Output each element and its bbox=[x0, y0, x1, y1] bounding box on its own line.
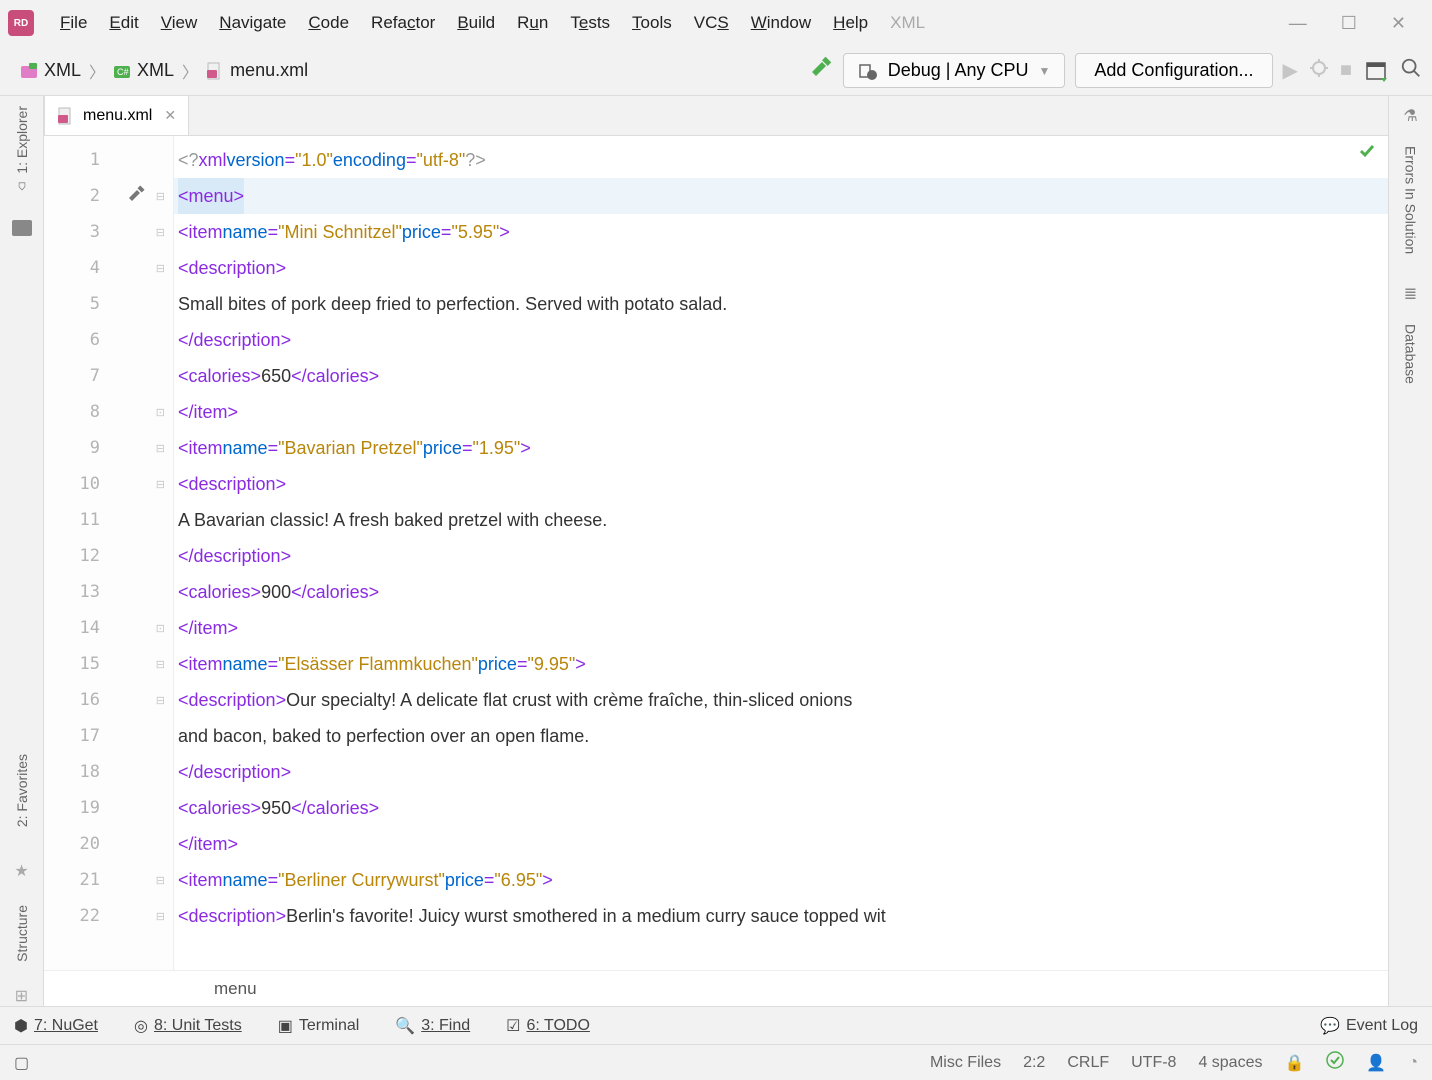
code-editor[interactable]: <?xml version="1.0" encoding="utf-8"?><m… bbox=[174, 136, 1388, 970]
file-icon bbox=[206, 62, 224, 80]
xml-icon bbox=[20, 62, 38, 80]
crumb-project[interactable]: XML bbox=[10, 58, 91, 83]
lock-icon[interactable]: 🔒 bbox=[1284, 1053, 1304, 1073]
file-icon bbox=[57, 107, 75, 125]
database-tool[interactable]: Database bbox=[1403, 324, 1419, 384]
hector-icon[interactable]: 👤 bbox=[1366, 1053, 1386, 1073]
minimize-icon[interactable]: ― bbox=[1289, 13, 1307, 34]
chevron-down-icon: ▼ bbox=[1039, 64, 1051, 78]
todo-tool[interactable]: ☑ 6: TODO bbox=[506, 1016, 590, 1036]
menu-file[interactable]: File bbox=[50, 9, 97, 37]
cs-icon: C# bbox=[113, 62, 131, 80]
debug-config-icon bbox=[858, 61, 878, 81]
maximize-icon[interactable]: ☐ bbox=[1341, 13, 1357, 34]
structure-tool[interactable]: Structure bbox=[14, 905, 30, 962]
toolbar: XML 〉 C# XML 〉 menu.xml Debug | Any CPU … bbox=[0, 46, 1432, 96]
event-log[interactable]: 💬 Event Log bbox=[1320, 1016, 1418, 1036]
menu-view[interactable]: View bbox=[151, 9, 208, 37]
menu-code[interactable]: Code bbox=[298, 9, 359, 37]
inspection-ok-icon[interactable] bbox=[1326, 1051, 1344, 1074]
memory-icon[interactable]: ◔ bbox=[1408, 1054, 1418, 1072]
inspection-ok-icon bbox=[1358, 142, 1376, 165]
menu-refactor[interactable]: Refactor bbox=[361, 9, 445, 37]
star-icon: ★ bbox=[14, 861, 28, 881]
menu-run[interactable]: Run bbox=[507, 9, 558, 37]
tab-close-icon[interactable]: ✕ bbox=[164, 107, 176, 124]
crumb-file[interactable]: menu.xml bbox=[196, 58, 318, 83]
left-tool-rail: ⌂1: Explorer 2: Favorites ★ Structure ⊞ bbox=[0, 96, 44, 1006]
tree-icon: ⊞ bbox=[15, 986, 28, 1006]
explorer-tool[interactable]: ⌂1: Explorer bbox=[14, 106, 30, 196]
errors-tool[interactable]: Errors In Solution bbox=[1403, 146, 1419, 254]
add-configuration-button[interactable]: Add Configuration... bbox=[1075, 53, 1272, 88]
editor-breadcrumb[interactable]: menu bbox=[44, 970, 1388, 1006]
status-indent[interactable]: 4 spaces bbox=[1198, 1054, 1262, 1072]
debug-icon[interactable] bbox=[1308, 57, 1330, 85]
db-icon[interactable]: ≣ bbox=[1404, 284, 1417, 304]
menu-tools[interactable]: Tools bbox=[622, 9, 682, 37]
status-caret[interactable]: 2:2 bbox=[1023, 1054, 1045, 1072]
menu-help[interactable]: Help bbox=[823, 9, 878, 37]
editor-tab[interactable]: menu.xml ✕ bbox=[44, 96, 189, 135]
terminal-tool[interactable]: ▣ Terminal bbox=[278, 1016, 360, 1036]
run-icon[interactable]: ▶ bbox=[1283, 58, 1298, 83]
menu-tests[interactable]: Tests bbox=[560, 9, 620, 37]
search-icon[interactable] bbox=[1400, 57, 1422, 84]
app-icon: RD bbox=[8, 10, 34, 36]
status-eol[interactable]: CRLF bbox=[1067, 1054, 1109, 1072]
flask-icon[interactable]: ⚗ bbox=[1403, 106, 1417, 126]
menu-xml[interactable]: XML bbox=[880, 9, 935, 37]
bottom-tool-bar: ⬢ 7: NuGet ◎ 8: Unit Tests ▣ Terminal 🔍 … bbox=[0, 1006, 1432, 1044]
unit-tests-tool[interactable]: ◎ 8: Unit Tests bbox=[134, 1016, 242, 1036]
menu-vcs[interactable]: VCS bbox=[684, 9, 739, 37]
stop-icon[interactable]: ■ bbox=[1340, 59, 1352, 82]
status-misc: Misc Files bbox=[930, 1054, 1001, 1072]
nuget-tool[interactable]: ⬢ 7: NuGet bbox=[14, 1016, 98, 1036]
layout-icon[interactable] bbox=[1362, 57, 1390, 85]
run-config-selector[interactable]: Debug | Any CPU ▼ bbox=[843, 53, 1066, 88]
hammer-gutter-icon[interactable] bbox=[127, 185, 145, 208]
right-tool-rail: ⚗ Errors In Solution ≣ Database bbox=[1388, 96, 1432, 1006]
close-icon[interactable]: ✕ bbox=[1391, 13, 1406, 34]
favorites-tool[interactable]: 2: Favorites bbox=[14, 754, 30, 827]
svg-text:C#: C# bbox=[117, 67, 129, 77]
menubar: RD FileEditViewNavigateCodeRefactorBuild… bbox=[0, 0, 1432, 46]
project-icon[interactable] bbox=[12, 220, 32, 236]
menu-build[interactable]: Build bbox=[447, 9, 505, 37]
tab-label: menu.xml bbox=[83, 107, 152, 125]
menu-navigate[interactable]: Navigate bbox=[209, 9, 296, 37]
status-bar: ▢ Misc Files 2:2 CRLF UTF-8 4 spaces 🔒 👤… bbox=[0, 1044, 1432, 1080]
quick-list-icon[interactable]: ▢ bbox=[14, 1053, 29, 1073]
menu-edit[interactable]: Edit bbox=[99, 9, 148, 37]
editor-tabs: menu.xml ✕ bbox=[44, 96, 1388, 136]
menu-window[interactable]: Window bbox=[741, 9, 821, 37]
crumb-module[interactable]: C# XML bbox=[103, 58, 184, 83]
find-tool[interactable]: 🔍 3: Find bbox=[395, 1016, 470, 1036]
status-encoding[interactable]: UTF-8 bbox=[1131, 1054, 1176, 1072]
hammer-icon[interactable] bbox=[809, 56, 833, 85]
gutter: 12⊟3⊟4⊟5678⊡9⊟10⊟11121314⊡15⊟16⊟17181920… bbox=[44, 136, 174, 970]
